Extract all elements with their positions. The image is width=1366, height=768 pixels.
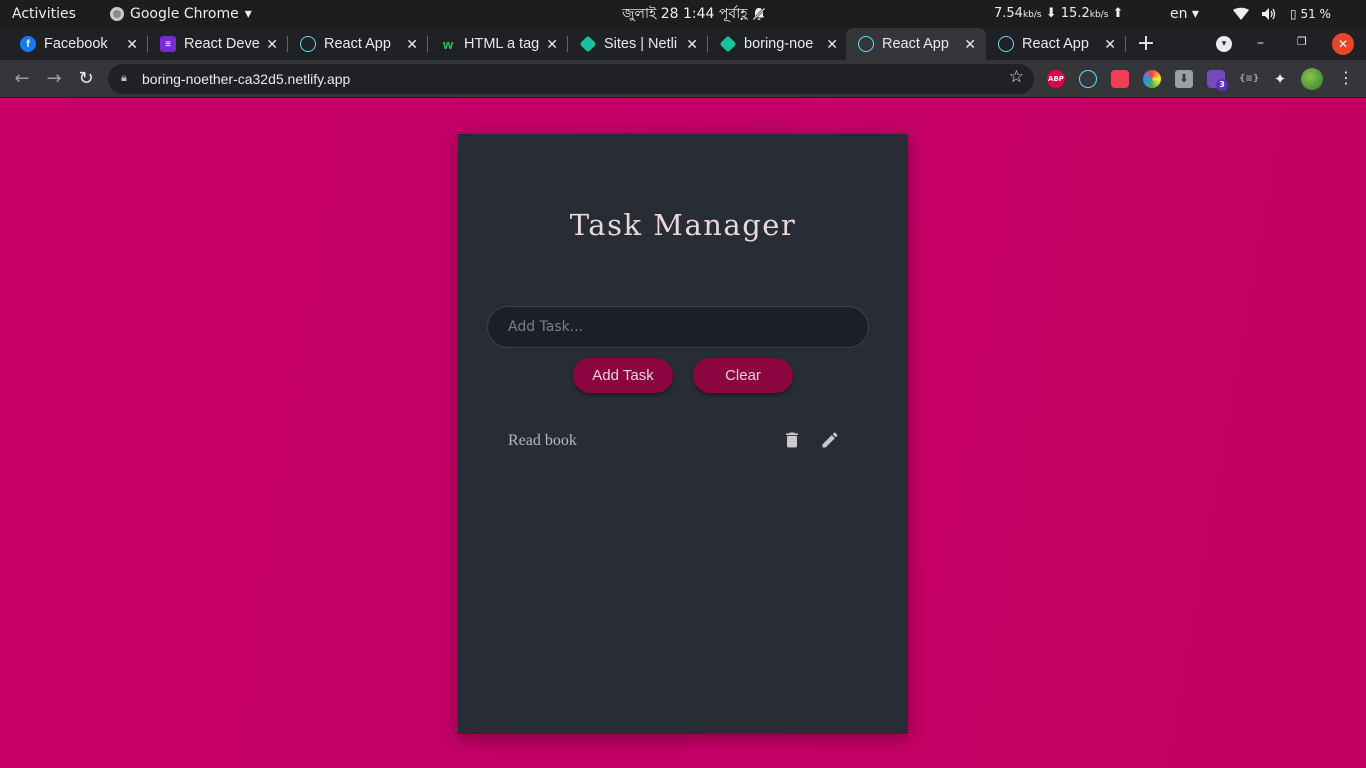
- netlify-icon: [579, 35, 597, 53]
- forward-arrow-icon[interactable]: →: [41, 66, 67, 92]
- url-text[interactable]: boring-noether-ca32d5.netlify.app: [142, 64, 350, 94]
- json-viewer-icon[interactable]: {≡}: [1239, 70, 1259, 88]
- task-manager-card: Task Manager Add Task Clear Read book: [458, 134, 908, 734]
- tab-boring-noether[interactable]: boring-noe ✕: [708, 28, 848, 60]
- kebab-menu-icon[interactable]: ⋮: [1338, 68, 1354, 87]
- tab-title: React Deve: [184, 36, 260, 52]
- react-devtools-icon[interactable]: [1079, 70, 1097, 88]
- tab-react-dev[interactable]: ≡ React Deve ✕: [148, 28, 288, 60]
- w3schools-icon: w: [442, 36, 454, 52]
- arrow-up-icon: ⬆: [1112, 6, 1124, 21]
- add-task-input[interactable]: [487, 306, 869, 348]
- close-icon[interactable]: ✕: [686, 36, 698, 53]
- back-arrow-icon[interactable]: ←: [9, 66, 35, 92]
- close-icon[interactable]: ✕: [126, 36, 138, 53]
- tab-separator: [1125, 36, 1126, 52]
- tab-title: boring-noe: [744, 36, 814, 52]
- pencil-icon[interactable]: [820, 430, 840, 450]
- clear-button[interactable]: Clear: [693, 358, 793, 393]
- tab-react-app-1[interactable]: React App ✕: [288, 28, 428, 60]
- trash-icon[interactable]: [782, 430, 802, 450]
- download-icon[interactable]: ⬇: [1175, 70, 1193, 88]
- react-icon: [858, 36, 874, 52]
- redux-devtools-icon[interactable]: 3: [1207, 70, 1228, 91]
- tab-html-a-tag[interactable]: w HTML a tag ✕: [428, 28, 568, 60]
- chevron-down-icon: ▾: [244, 6, 252, 22]
- window-close-icon[interactable]: ✕: [1332, 33, 1354, 55]
- tab-react-app-3[interactable]: React App ✕: [986, 28, 1126, 60]
- volume-icon[interactable]: [1261, 0, 1277, 28]
- close-icon[interactable]: ✕: [406, 36, 418, 53]
- net-down-value: 7.54: [994, 6, 1023, 21]
- net-up-value: 15.2: [1060, 6, 1090, 21]
- new-tab-button[interactable]: +: [1136, 28, 1156, 60]
- chrome-icon: [110, 7, 124, 21]
- puzzle-icon[interactable]: ✦: [1271, 70, 1289, 88]
- bookmark-star-icon[interactable]: ☆: [1009, 67, 1024, 87]
- clock[interactable]: জুলাই 28 1:44 পূর্বাহ্ণ: [622, 0, 748, 28]
- react-icon: [300, 36, 316, 52]
- facebook-icon: f: [20, 36, 36, 52]
- close-icon[interactable]: ✕: [1104, 36, 1116, 53]
- network-speed: 7.54kb/s ⬇ 15.2kb/s ⬆: [994, 0, 1123, 28]
- tab-facebook[interactable]: f Facebook ✕: [8, 28, 148, 60]
- minimize-icon[interactable]: –: [1257, 35, 1264, 51]
- wifi-icon[interactable]: [1233, 0, 1249, 28]
- tab-title: React App: [882, 36, 949, 52]
- tab-netlify-sites[interactable]: Sites | Netli ✕: [568, 28, 708, 60]
- close-icon[interactable]: ✕: [964, 36, 976, 53]
- list-icon: ≡: [160, 36, 176, 52]
- tab-title: React App: [1022, 36, 1089, 52]
- tab-title: React App: [324, 36, 391, 52]
- tab-title: HTML a tag: [464, 36, 540, 52]
- close-icon[interactable]: ✕: [266, 36, 278, 53]
- netlify-icon: [719, 35, 737, 53]
- language-selector[interactable]: en ▾: [1170, 0, 1199, 28]
- profile-avatar[interactable]: [1301, 68, 1323, 90]
- task-text: Read book: [508, 432, 577, 449]
- color-picker-icon[interactable]: [1143, 70, 1161, 88]
- close-icon[interactable]: ✕: [546, 36, 558, 53]
- pocket-icon[interactable]: [1111, 70, 1129, 88]
- maximize-icon[interactable]: ❐: [1297, 35, 1307, 48]
- page-content: Task Manager Add Task Clear Read book: [0, 98, 1366, 768]
- tab-strip: f Facebook ✕ ≡ React Deve ✕ React App ✕ …: [0, 28, 1366, 60]
- page-title: Task Manager: [569, 208, 797, 242]
- battery-indicator[interactable]: ▯ 51 %: [1290, 0, 1331, 28]
- close-icon[interactable]: ✕: [826, 36, 838, 53]
- activities-button[interactable]: Activities: [12, 0, 76, 28]
- battery-icon: ▯: [1290, 7, 1297, 21]
- arrow-down-icon: ⬇: [1045, 6, 1061, 21]
- net-up-unit: kb/s: [1089, 10, 1109, 20]
- app-menu[interactable]: Google Chrome ▾: [110, 0, 252, 28]
- address-bar[interactable]: 🔒︎ boring-noether-ca32d5.netlify.app ☆: [108, 64, 1034, 94]
- list-item: Read book: [508, 428, 848, 456]
- add-task-button[interactable]: Add Task: [573, 358, 673, 393]
- abp-icon[interactable]: ABP: [1047, 70, 1065, 88]
- bell-off-icon: [752, 0, 766, 28]
- lock-icon[interactable]: 🔒︎: [121, 71, 127, 85]
- app-menu-label: Google Chrome: [130, 6, 239, 22]
- react-icon: [998, 36, 1014, 52]
- browser-toolbar: ← → ↻ 🔒︎ boring-noether-ca32d5.netlify.a…: [0, 60, 1366, 98]
- system-top-bar: Activities Google Chrome ▾ জুলাই 28 1:44…: [0, 0, 1366, 28]
- tab-title: Sites | Netli: [604, 36, 678, 52]
- redux-badge: 3: [1216, 79, 1228, 91]
- battery-percent: 51 %: [1300, 7, 1331, 21]
- tab-title: Facebook: [44, 36, 108, 52]
- tab-react-app-active[interactable]: React App ✕: [846, 28, 986, 60]
- tab-search-icon[interactable]: ▾: [1216, 36, 1232, 52]
- reload-icon[interactable]: ↻: [73, 66, 99, 92]
- net-down-unit: kb/s: [1022, 10, 1042, 20]
